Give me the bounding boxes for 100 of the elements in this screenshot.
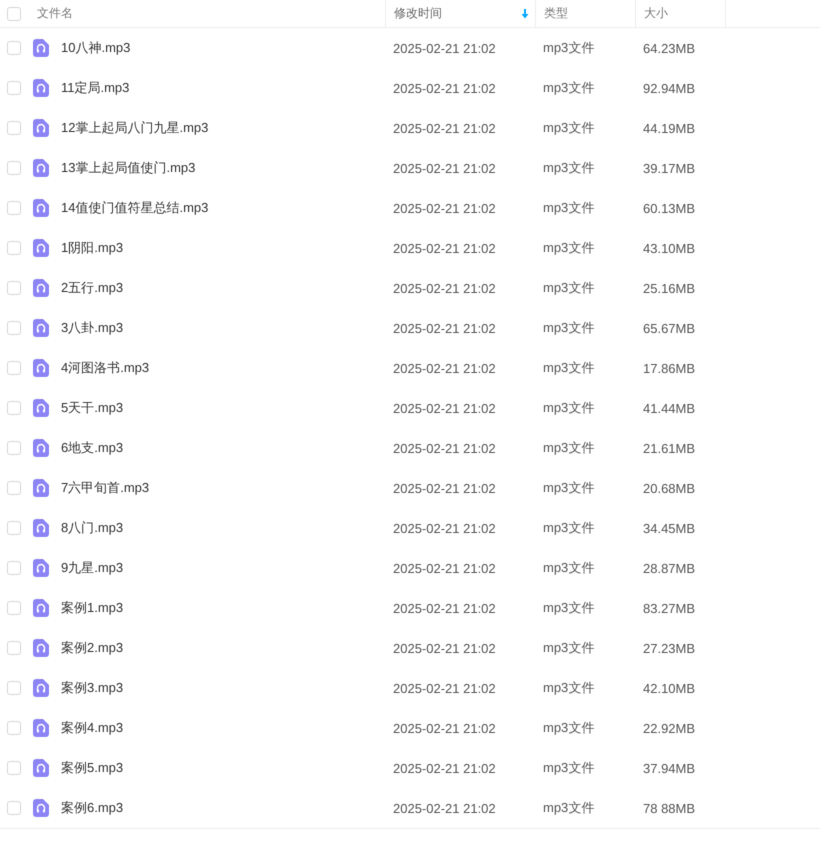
modified-time: 2025-02-21 21:02 [392,640,497,656]
row-checkbox[interactable] [7,241,21,255]
row-checkbox[interactable] [7,521,21,535]
row-checkbox[interactable] [7,721,21,735]
audio-file-icon [33,279,49,297]
file-name[interactable]: 13掌上起局值使门.mp3 [61,159,196,177]
row-checkbox[interactable] [7,601,21,615]
modified-time: 2025-02-21 21:02 [392,360,497,376]
row-checkbox[interactable] [7,321,21,335]
audio-file-icon [33,559,49,577]
row-checkbox[interactable] [7,201,21,215]
file-size: 25.16MB [642,280,696,296]
column-header[interactable]: 文件名 [37,5,73,22]
audio-file-icon [33,319,49,337]
file-name[interactable]: 9九星.mp3 [61,559,124,577]
file-size: 64.23MB [642,40,696,56]
modified-time: 2025-02-21 21:02 [392,240,497,256]
row-checkbox[interactable] [7,361,21,375]
file-size: 28.87MB [642,560,696,576]
row-checkbox[interactable] [7,281,21,295]
file-name[interactable]: 1阴阳.mp3 [61,239,124,257]
row-checkbox[interactable] [7,41,21,55]
file-name[interactable]: 6地支.mp3 [61,439,124,457]
column-header[interactable]: 类型 [544,5,568,22]
file-name[interactable]: 3八卦.mp3 [61,319,124,337]
row-checkbox[interactable] [7,121,21,135]
file-type: mp3文件 [542,679,596,697]
row-checkbox[interactable] [7,561,21,575]
audio-file-icon [33,759,49,777]
audio-file-icon [33,399,49,417]
audio-file-icon [33,679,49,697]
row-checkbox[interactable] [7,441,21,455]
file-type: mp3文件 [542,79,596,97]
audio-file-icon [33,39,49,57]
file-name[interactable]: 10八神.mp3 [61,39,130,57]
audio-file-icon [33,119,49,137]
select-all-checkbox[interactable] [7,6,21,20]
file-type: mp3文件 [542,119,596,137]
column-header[interactable]: 大小 [644,5,668,22]
file-name[interactable]: 4河图洛书.mp3 [61,359,150,377]
file-type: mp3文件 [542,719,596,737]
file-size: 41.44MB [642,400,696,416]
row-checkbox[interactable] [7,761,21,775]
row-checkbox[interactable] [7,801,21,815]
file-name[interactable]: 8八门.mp3 [61,519,124,537]
file-size: 37.94MB [642,760,696,776]
file-name[interactable]: 案例5.mp3 [61,759,124,777]
modified-time: 2025-02-21 21:02 [392,600,497,616]
file-name[interactable]: 12掌上起局八门九星.mp3 [61,119,208,137]
file-name[interactable]: 11定局.mp3 [61,79,130,97]
modified-time: 2025-02-21 21:02 [392,440,497,456]
row-checkbox[interactable] [7,401,21,415]
modified-time: 2025-02-21 21:02 [392,760,497,776]
row-checkbox[interactable] [7,81,21,95]
file-name[interactable]: 7六甲旬首.mp3 [61,479,150,497]
file-name[interactable]: 案例4.mp3 [61,719,124,737]
file-name[interactable]: 14值使门值符星总结.mp3 [61,199,208,217]
file-size: 27.23MB [642,640,696,656]
modified-time: 2025-02-21 21:02 [392,80,497,96]
file-type: mp3文件 [542,279,596,297]
file-size: 83.27MB [642,600,696,616]
file-size: 42.10MB [642,680,696,696]
file-name[interactable]: 2五行.mp3 [61,279,124,297]
modified-time: 2025-02-21 21:02 [392,280,497,296]
audio-file-icon [33,519,49,537]
file-type: mp3文件 [542,519,596,537]
file-size: 21.61MB [642,440,696,456]
column-header[interactable]: 修改时间 [394,5,442,22]
row-checkbox[interactable] [7,481,21,495]
row-checkbox[interactable] [7,161,21,175]
audio-file-icon [33,359,49,377]
audio-file-icon [33,199,49,217]
file-size: 92.94MB [642,80,696,96]
row-checkbox[interactable] [7,681,21,695]
file-type: mp3文件 [542,199,596,217]
modified-time: 2025-02-21 21:02 [392,800,497,816]
file-type: mp3文件 [542,559,596,577]
file-name[interactable]: 5天干.mp3 [61,399,124,417]
audio-file-icon [33,639,49,657]
audio-file-icon [33,599,49,617]
row-checkbox[interactable] [7,641,21,655]
file-size: 20.68MB [642,480,696,496]
file-name[interactable]: 案例2.mp3 [61,639,124,657]
file-name[interactable]: 案例3.mp3 [61,679,124,697]
modified-time: 2025-02-21 21:02 [392,560,497,576]
modified-time: 2025-02-21 21:02 [392,400,497,416]
file-size: 39.17MB [642,160,696,176]
file-size: 17.86MB [642,360,696,376]
down-arrow-icon[interactable] [521,8,529,18]
file-size: 60.13MB [642,200,696,216]
file-name[interactable]: 案例1.mp3 [61,599,124,617]
file-type: mp3文件 [542,239,596,257]
audio-file-icon [33,799,49,817]
modified-time: 2025-02-21 21:02 [392,40,497,56]
modified-time: 2025-02-21 21:02 [392,120,497,136]
file-type: mp3文件 [542,479,596,497]
modified-time: 2025-02-21 21:02 [392,200,497,216]
file-size: 65.67MB [642,320,696,336]
file-size: 22.92MB [642,720,696,736]
file-name[interactable]: 案例6.mp3 [61,799,124,817]
